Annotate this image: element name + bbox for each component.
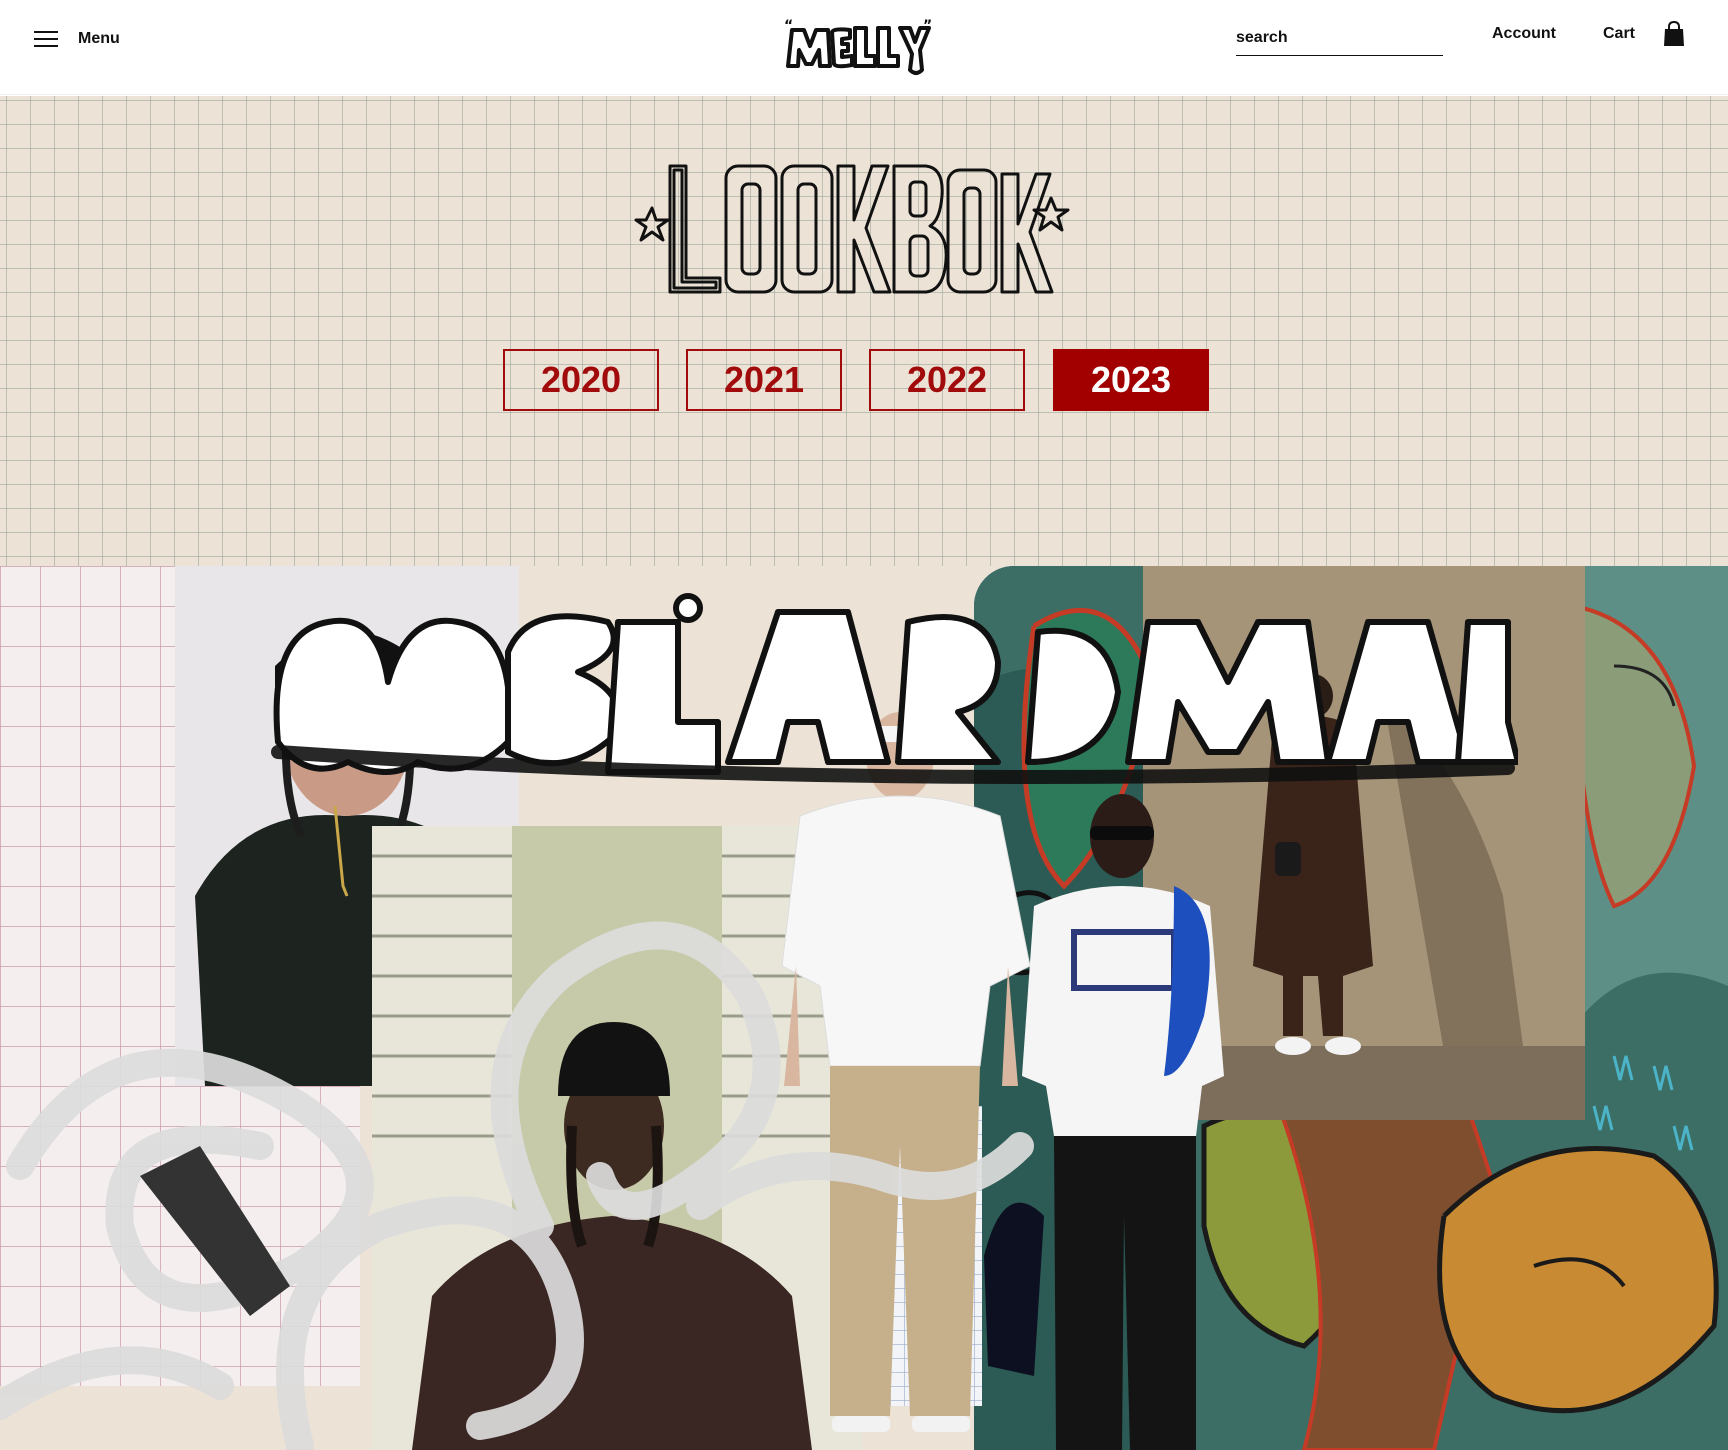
lookbook-title [634,164,1070,294]
cart-link[interactable]: Cart [1603,25,1635,43]
melly-logo[interactable]: “ ” [782,16,932,78]
lookbook-collage [0,566,1728,1450]
menu-button[interactable]: Menu [34,24,120,54]
search-input[interactable] [1236,20,1443,55]
search-field[interactable] [1236,20,1443,56]
menu-label: Menu [78,30,120,47]
year-tab-2020[interactable]: 2020 [503,349,659,411]
svg-text:“: “ [784,18,793,34]
year-tab-2021[interactable]: 2021 [686,349,842,411]
lookbook-hero: 2020 2021 2022 2023 [0,96,1728,566]
site-header: Menu “ ” Account Cart [0,0,1728,95]
hamburger-icon [34,29,58,49]
shopping-bag-icon[interactable] [1663,21,1685,47]
account-link[interactable]: Account [1492,25,1556,43]
year-tab-2023[interactable]: 2023 [1053,349,1209,411]
photo-sunglasses-model[interactable] [974,756,1224,1450]
svg-text:”: ” [923,18,932,34]
year-tab-2022[interactable]: 2022 [869,349,1025,411]
